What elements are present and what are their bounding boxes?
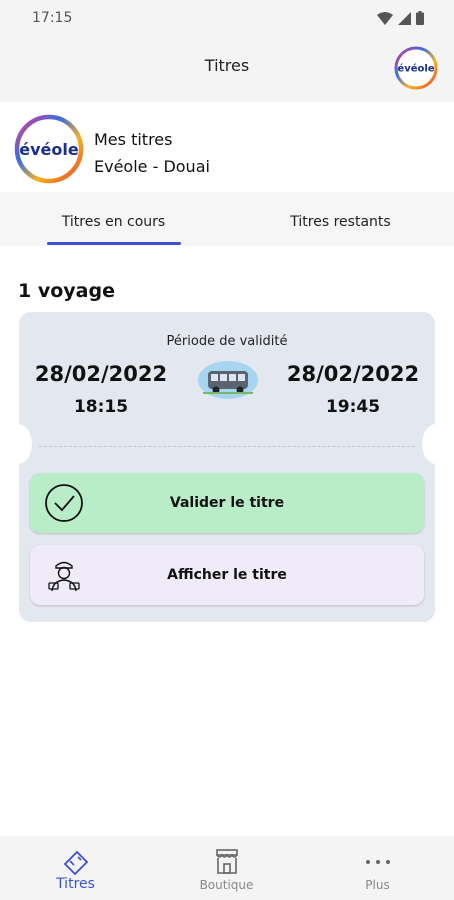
ticket-notch-right	[422, 424, 450, 464]
nav-item-titres[interactable]: Titres	[0, 836, 151, 900]
tab-bar: Titres en cours Titres restants	[0, 192, 454, 246]
end-time: 19:45	[325, 397, 381, 417]
ticket-icon	[63, 850, 89, 876]
nav-label-boutique: Boutique	[199, 878, 254, 892]
eveole-logo-icon[interactable]: évéole	[394, 46, 438, 90]
validate-ticket-button[interactable]: Valider le titre	[30, 473, 424, 533]
more-icon	[366, 860, 390, 864]
show-ticket-label: Afficher le titre	[167, 567, 287, 583]
nav-item-plus[interactable]: Plus	[302, 836, 453, 900]
network-title: Mes titres	[94, 130, 173, 149]
tab-titres-restants[interactable]: Titres restants	[227, 192, 454, 246]
signal-icon	[398, 11, 411, 25]
bus-icon	[198, 361, 258, 399]
show-ticket-button[interactable]: Afficher le titre	[30, 545, 424, 605]
status-icons	[377, 11, 424, 25]
page-title: Titres	[204, 56, 250, 75]
app-bar: Titres évéole	[0, 36, 454, 102]
nav-item-boutique[interactable]: Boutique	[151, 836, 302, 900]
end-date: 28/02/2022	[286, 362, 420, 386]
nav-label-plus: Plus	[365, 878, 390, 892]
network-logo-icon: évéole	[14, 114, 84, 184]
wifi-icon	[377, 11, 393, 25]
validate-ticket-label: Valider le titre	[169, 495, 285, 511]
ticket-card: Période de validité 28/02/2022 18:15 28/…	[4, 312, 450, 622]
network-logo-text: évéole	[19, 140, 79, 159]
active-tab-indicator	[47, 242, 181, 245]
ticket-divider	[39, 446, 415, 447]
status-bar: 17:15	[0, 0, 454, 36]
bottom-nav: Titres Boutique Plus	[0, 836, 454, 900]
header-logo-text: évéole	[397, 63, 434, 75]
validity-label: Période de validité	[166, 334, 288, 349]
network-info: évéole Mes titres Evéole - Douai	[0, 102, 454, 192]
trip-count: 1 voyage	[18, 280, 115, 302]
battery-icon	[416, 11, 424, 25]
status-time: 17:15	[32, 10, 73, 26]
ticket-notch-left	[4, 424, 32, 464]
shop-icon	[216, 849, 238, 874]
tab-titres-en-cours[interactable]: Titres en cours	[0, 192, 227, 246]
nav-label-titres: Titres	[56, 876, 95, 892]
start-date: 28/02/2022	[34, 362, 168, 386]
network-text: Mes titres Evéole - Douai	[94, 126, 210, 180]
start-time: 18:15	[73, 397, 129, 417]
network-name: Evéole - Douai	[94, 157, 210, 176]
